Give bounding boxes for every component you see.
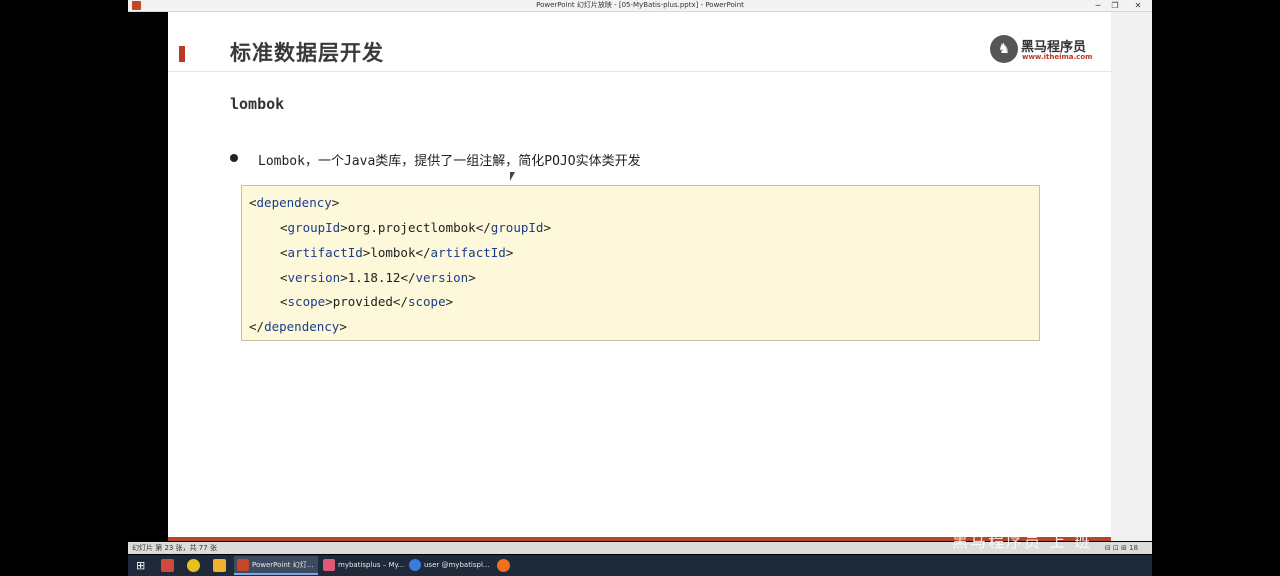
slide-subheading: lombok — [230, 95, 285, 113]
logo-url: www.itheima.com — [1022, 53, 1093, 61]
windows-icon[interactable]: ⊞ — [136, 560, 147, 571]
code-line: <scope>provided</scope> — [280, 294, 454, 309]
powerpoint-icon — [237, 559, 249, 571]
code-line: <groupId>org.projectlombok</groupId> — [280, 220, 551, 235]
app-icon[interactable] — [497, 559, 510, 572]
bullet-dot-icon — [230, 154, 238, 162]
code-line-open: <dependency> — [249, 195, 340, 210]
task-powerpoint[interactable]: PowerPoint 幻灯... — [234, 556, 318, 575]
intellij-icon — [323, 559, 335, 571]
heading-accent-bar — [179, 46, 185, 62]
task-intellij[interactable]: mybatisplus – My... — [320, 556, 404, 575]
chrome-icon[interactable] — [187, 559, 200, 572]
slide-heading: 标准数据层开发 — [230, 41, 384, 65]
window-title: PowerPoint 幻灯片放映 - [05-MyBatis-plus.pptx… — [536, 1, 744, 9]
window-right-margin — [1111, 12, 1152, 541]
code-line: <artifactId>lombok</artifactId> — [280, 245, 514, 260]
window-titlebar: PowerPoint 幻灯片放映 - [05-MyBatis-plus.pptx… — [128, 0, 1152, 12]
slide[interactable]: 标准数据层开发 ♞ 黑马程序员 www.itheima.com lombok L… — [168, 12, 1111, 540]
code-line-close: </dependency> — [249, 319, 347, 334]
watermark: 黑马程序员 上 班 — [952, 532, 1093, 551]
bullet-text: Lombok，一个Java类库，提供了一组注解，简化POJO实体类开发 — [258, 154, 641, 169]
itheima-logo: ♞ 黑马程序员 www.itheima.com — [990, 34, 1093, 66]
app-icon[interactable] — [161, 559, 174, 572]
header-divider — [168, 71, 1111, 72]
task-database[interactable]: user @mybatispl... — [406, 556, 490, 575]
code-line: <version>1.18.12</version> — [280, 270, 476, 285]
taskbar: ⊞ PowerPoint 幻灯... mybatisplus – My... u… — [128, 555, 1152, 576]
database-icon — [409, 559, 421, 571]
folder-icon[interactable] — [213, 559, 226, 572]
close-button[interactable]: ✕ — [1124, 0, 1152, 11]
slide-counter: 幻灯片 第 23 张，共 77 张 — [132, 544, 217, 552]
mouse-cursor-icon — [510, 172, 515, 181]
code-block: <dependency> <groupId>org.projectlombok<… — [241, 185, 1040, 341]
view-buttons[interactable]: ⊟ ⊡ ⊞ 18 — [1105, 542, 1138, 554]
horse-logo-icon: ♞ — [990, 35, 1018, 63]
